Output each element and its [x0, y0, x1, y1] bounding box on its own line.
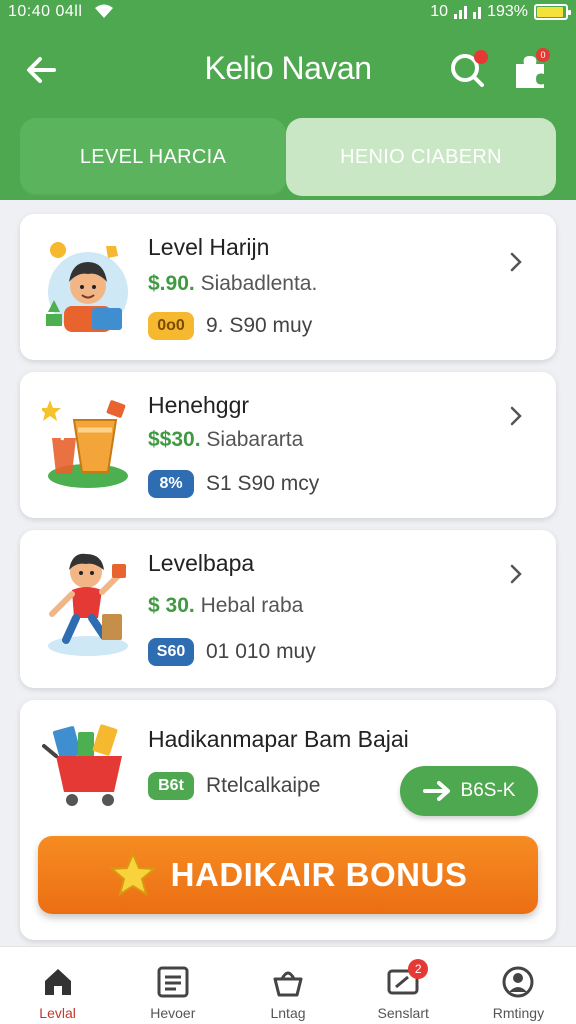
- meta-row: S60 01 010 muy: [148, 638, 316, 666]
- chevron-right-icon[interactable]: [504, 562, 528, 586]
- page-title: Kelio Navan: [204, 50, 372, 86]
- meta-text: S1 S90 mcy: [206, 472, 320, 495]
- tab-level[interactable]: LEVEL HARCIA: [20, 118, 286, 196]
- card-title: Henehggr: [148, 392, 250, 418]
- price-note: Siabadlenta.: [200, 272, 318, 295]
- status-badge: B6t: [148, 772, 194, 800]
- app-header: 10:40 04ll 10 193% Kelio Navan 0 LEVEL H…: [0, 0, 576, 200]
- go-button[interactable]: B6S-K: [400, 766, 538, 816]
- alarm-indicator: 10: [430, 3, 449, 20]
- bonus-button[interactable]: HADIKAIR BONUS: [38, 836, 538, 914]
- chevron-right-icon[interactable]: [504, 404, 528, 428]
- status-badge: 0o0: [148, 312, 194, 340]
- search-button[interactable]: [446, 48, 488, 90]
- profile-icon: [502, 966, 534, 998]
- nav-badge: 2: [408, 959, 429, 979]
- juice-cup-illustration: [39, 396, 132, 492]
- meta-row: B6t Rtelcalkaipe: [148, 772, 320, 800]
- nav-item-lntag[interactable]: Lntag: [230, 947, 345, 1024]
- nav-label: Lntag: [270, 1005, 306, 1021]
- meta-text: 01 010 muy: [206, 640, 316, 663]
- nav-label: Levlal: [39, 1005, 76, 1021]
- card-title: Hadikanmapar Bam Bajai: [148, 726, 409, 752]
- meta-text: 9. S90 muy: [206, 314, 313, 337]
- nav-item-senslart[interactable]: 2 Senslart: [346, 947, 461, 1024]
- nav-label: Rmtingy: [492, 1005, 545, 1021]
- price-note: Siabararta: [206, 428, 304, 451]
- meta-row: 0o0 9. S90 muy: [148, 312, 312, 340]
- ticket-icon-wrap: 2: [386, 959, 429, 999]
- price-value: $$30.: [148, 428, 201, 451]
- arrow-right-icon: [422, 781, 450, 801]
- battery-icon: [534, 4, 571, 20]
- back-arrow-icon[interactable]: [22, 50, 62, 90]
- kid-with-gifts-illustration: [42, 240, 132, 336]
- level-card[interactable]: Levelbapa $ 30. Hebal raba S60 01 010 mu…: [20, 530, 556, 688]
- search-notification-dot: [474, 50, 488, 64]
- price-value: $.90.: [148, 272, 195, 295]
- card-title: Level Harijn: [148, 234, 270, 260]
- price-row: $.90. Siabadlenta.: [148, 272, 317, 296]
- bottom-navigation: Levlal Hevoer Lntag 2 Senslart Rmtingy: [0, 946, 576, 1024]
- go-button-label: B6S-K: [460, 780, 516, 801]
- puzzle-notification-dot: 0: [536, 48, 550, 62]
- home-icon: [44, 969, 71, 995]
- level-card[interactable]: Level Harijn $.90. Siabadlenta. 0o0 9. S…: [20, 214, 556, 360]
- running-kid-illustration: [42, 550, 132, 656]
- status-badge: 8%: [148, 470, 194, 498]
- price-row: $ 30. Hebal raba: [148, 594, 303, 618]
- meta-row: 8% S1 S90 mcy: [148, 470, 319, 498]
- bonus-button-label: HADIKAIR BONUS: [170, 856, 468, 893]
- wifi-icon: [94, 3, 114, 23]
- meta-text: Rtelcalkaipe: [206, 774, 321, 797]
- status-badge: S60: [148, 638, 194, 666]
- status-time: 10:40 04ll: [8, 3, 83, 20]
- nav-label: Hevoer: [150, 1005, 196, 1021]
- price-note: Hebal raba: [200, 594, 304, 617]
- nav-item-rmtingy[interactable]: Rmtingy: [461, 947, 576, 1024]
- battery-percent: 193%: [487, 3, 528, 20]
- basket-icon: [273, 971, 303, 997]
- star-icon: [109, 851, 157, 897]
- list-icon: [157, 966, 189, 998]
- level-card[interactable]: Henehggr $$30. Siabararta 8% S1 S90 mcy: [20, 372, 556, 518]
- card-title: Levelbapa: [148, 550, 255, 576]
- tab-henio[interactable]: HENIO CIABERN: [286, 118, 556, 196]
- price-row: $$30. Siabararta: [148, 428, 303, 452]
- status-indicators: 10 193%: [430, 3, 571, 21]
- signal-icon: [454, 5, 468, 19]
- signal-icon-2: [473, 5, 482, 19]
- chevron-right-icon[interactable]: [504, 250, 528, 274]
- nav-item-levlal[interactable]: Levlal: [0, 947, 115, 1024]
- puzzle-button[interactable]: 0: [508, 48, 554, 94]
- price-value: $ 30.: [148, 594, 195, 617]
- nav-label: Senslart: [377, 1005, 429, 1021]
- status-bar: 10:40 04ll 10 193%: [0, 0, 576, 26]
- shopping-cart-illustration: [42, 720, 132, 816]
- nav-item-hevoer[interactable]: Hevoer: [115, 947, 230, 1024]
